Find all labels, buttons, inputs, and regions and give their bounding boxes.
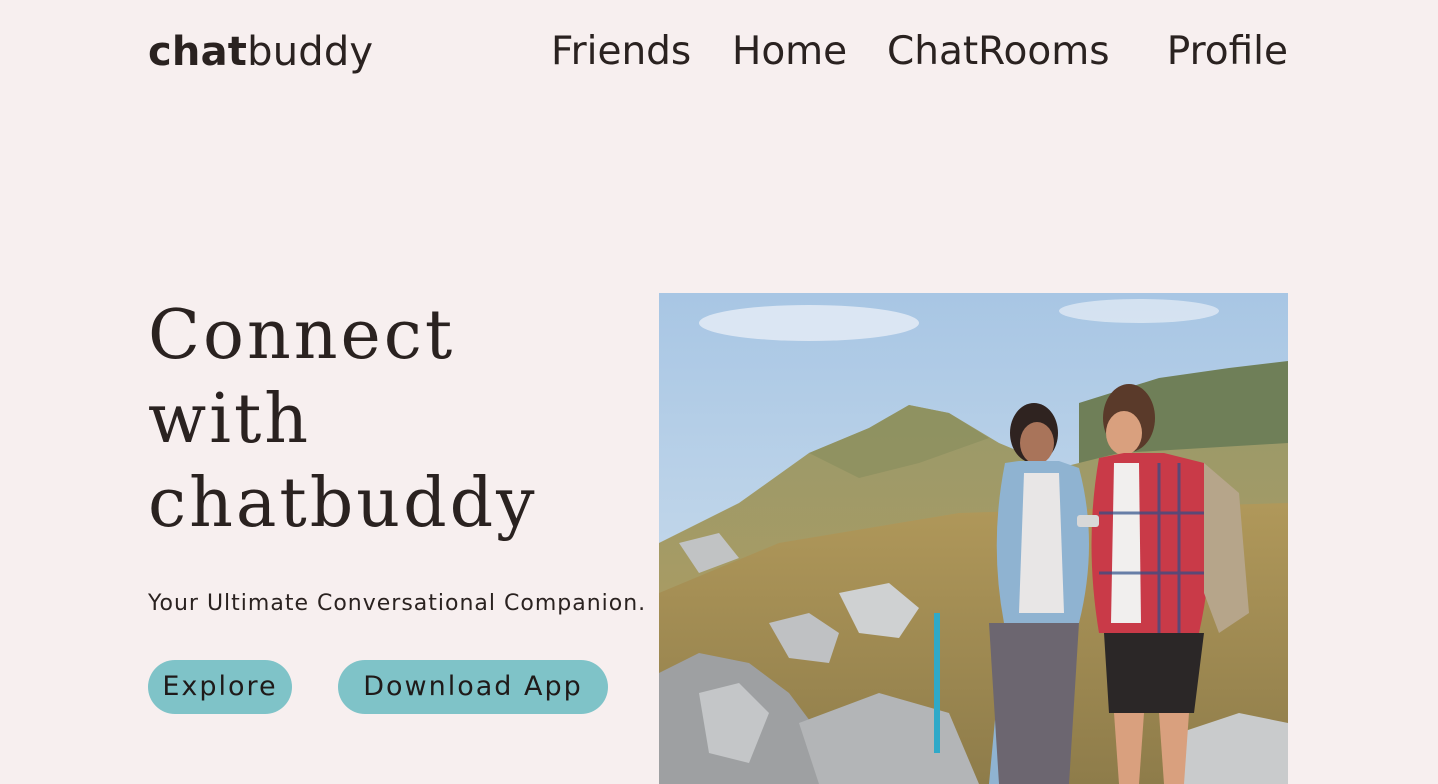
- hero-tagline: Your Ultimate Conversational Companion.: [148, 591, 647, 616]
- download-app-button[interactable]: Download App: [338, 660, 608, 714]
- hero-image: [659, 293, 1288, 784]
- nav-profile[interactable]: Profile: [1167, 26, 1288, 78]
- logo-light-part: buddy: [247, 29, 374, 75]
- explore-button[interactable]: Explore: [148, 660, 292, 714]
- logo-bold-part: chat: [148, 29, 248, 75]
- nav-friends[interactable]: Friends: [551, 26, 691, 78]
- hero-title: Connect with chatbuddy: [148, 294, 618, 546]
- hero-title-line-3: chatbuddy: [148, 464, 538, 543]
- nav-home[interactable]: Home: [732, 26, 847, 78]
- nav-chatrooms[interactable]: ChatRooms: [887, 26, 1110, 78]
- hero-title-line-2: with: [148, 380, 312, 459]
- hero-title-line-1: Connect: [148, 296, 456, 375]
- logo[interactable]: chatbuddy: [148, 26, 373, 78]
